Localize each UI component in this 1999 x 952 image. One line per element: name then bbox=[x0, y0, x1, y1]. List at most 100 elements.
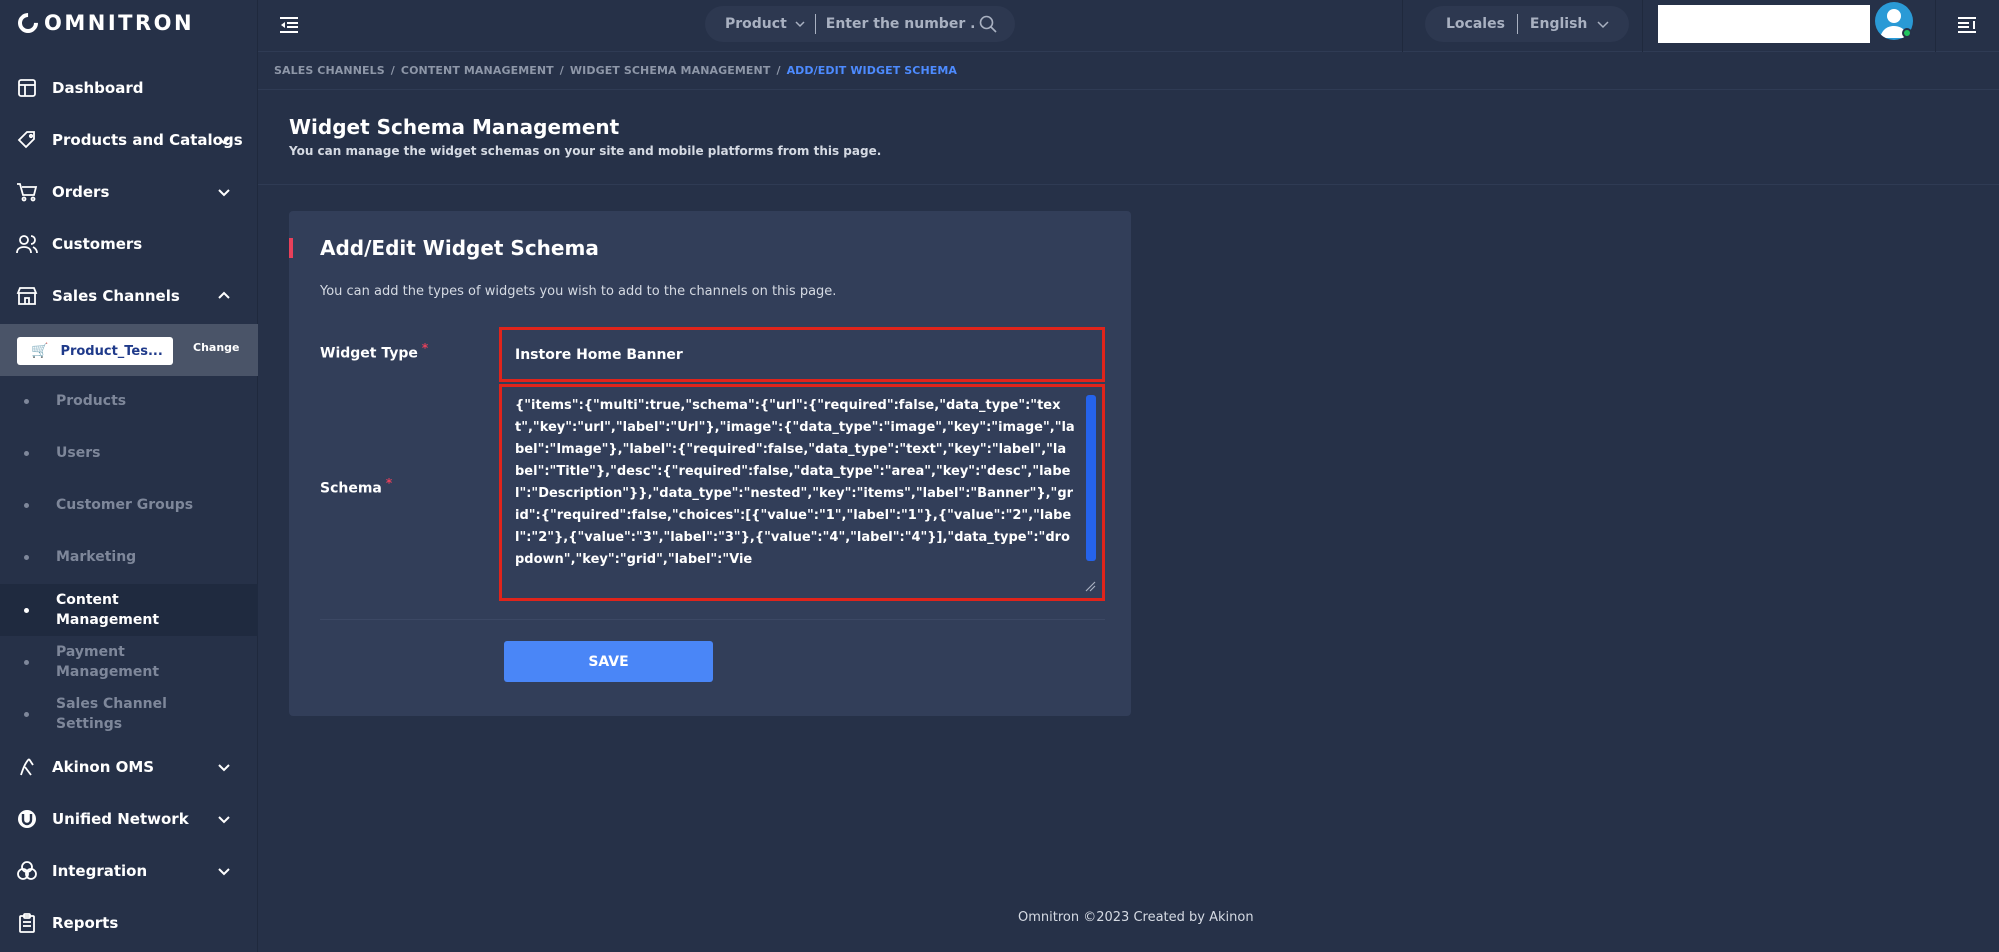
label-line-1: Content bbox=[56, 592, 119, 608]
locale-divider bbox=[1516, 14, 1518, 34]
chevron-down-icon bbox=[795, 21, 805, 28]
schema-scrollbar-thumb[interactable] bbox=[1086, 395, 1096, 561]
user-name-field[interactable] bbox=[1658, 5, 1870, 43]
reports-icon bbox=[16, 912, 38, 934]
global-search: Product bbox=[705, 6, 1015, 42]
sidebar-subitem-content-management[interactable]: Content Management bbox=[0, 584, 258, 636]
page-header: Widget Schema Management You can manage … bbox=[258, 90, 1999, 185]
form-divider bbox=[320, 619, 1105, 620]
schema-label: Schema * bbox=[320, 476, 392, 497]
search-icon[interactable] bbox=[979, 15, 997, 33]
breadcrumb-item[interactable]: SALES CHANNELS bbox=[274, 64, 385, 77]
menu-toggle-icon[interactable] bbox=[1956, 14, 1978, 36]
required-mark: * bbox=[421, 341, 429, 355]
chevron-down-icon bbox=[218, 189, 230, 197]
save-button[interactable]: SAVE bbox=[504, 641, 713, 682]
omnitron-logo[interactable]: OMNITRON bbox=[13, 8, 195, 38]
breadcrumb-item[interactable]: WIDGET SCHEMA MANAGEMENT bbox=[570, 64, 771, 77]
page-title: Widget Schema Management bbox=[289, 115, 620, 139]
form-title: Add/Edit Widget Schema bbox=[320, 236, 599, 260]
tag-icon bbox=[16, 129, 38, 151]
search-category-select[interactable]: Product bbox=[725, 16, 805, 32]
search-input[interactable] bbox=[825, 16, 976, 32]
locale-value: English bbox=[1529, 16, 1588, 32]
sidebar-subitem-label: Sales Channel Settings bbox=[56, 694, 167, 734]
form-description: You can add the types of widgets you wis… bbox=[320, 284, 837, 299]
sidebar-subitem-label: Content Management bbox=[56, 590, 159, 630]
schema-textarea[interactable]: {"items":{"multi":true,"schema":{"url":{… bbox=[499, 384, 1105, 601]
locale-selector[interactable]: Locales English bbox=[1425, 6, 1629, 42]
sidebar-item-sales-channels[interactable]: Sales Channels bbox=[0, 270, 258, 322]
chevron-down-icon bbox=[218, 868, 230, 876]
schema-scrollbar[interactable] bbox=[1086, 395, 1096, 580]
sidebar-item-akinon-oms[interactable]: Akinon OMS bbox=[0, 741, 258, 793]
sidebar-item-unified-network[interactable]: Unified Network bbox=[0, 793, 258, 845]
unified-network-icon bbox=[16, 808, 38, 830]
widget-type-label-text: Widget Type bbox=[320, 345, 418, 362]
chevron-up-icon bbox=[218, 291, 230, 299]
sidebar: OMNITRON Dashboard Products and Catalogs… bbox=[0, 0, 258, 952]
brand-name: OMNITRON bbox=[44, 11, 195, 35]
channel-selector[interactable]: 🛒 Product_Tes... bbox=[17, 337, 173, 365]
label-line-2: Management bbox=[56, 612, 160, 628]
label-line-1: Payment bbox=[56, 644, 125, 660]
store-icon bbox=[16, 285, 38, 307]
label-line-1: Sales Channel bbox=[56, 696, 167, 712]
topbar-divider bbox=[1935, 0, 1936, 52]
bullet-icon bbox=[24, 711, 29, 717]
sidebar-subitem-users[interactable]: Users bbox=[0, 432, 258, 474]
breadcrumb-separator: / bbox=[776, 64, 781, 77]
resize-handle-icon[interactable] bbox=[1084, 580, 1096, 592]
sidebar-item-label: Products and Catalogs bbox=[52, 131, 243, 149]
bullet-icon bbox=[24, 450, 29, 456]
sidebar-subitem-products[interactable]: Products bbox=[0, 380, 258, 422]
sidebar-item-orders[interactable]: Orders bbox=[0, 166, 258, 218]
chevron-down-icon bbox=[218, 764, 230, 772]
sidebar-item-dashboard[interactable]: Dashboard bbox=[0, 62, 258, 114]
widget-type-field[interactable]: Instore Home Banner bbox=[499, 327, 1105, 382]
change-channel-button[interactable]: Change bbox=[193, 341, 240, 354]
selected-channel: 🛒 Product_Tes... Change bbox=[0, 324, 258, 376]
bullet-icon bbox=[24, 607, 29, 613]
sidebar-item-customers[interactable]: Customers bbox=[0, 218, 258, 270]
collapse-sidebar-icon[interactable] bbox=[278, 14, 300, 36]
sidebar-subitem-label: Customer Groups bbox=[56, 497, 194, 513]
online-status-indicator bbox=[1902, 28, 1912, 38]
sidebar-subitem-label: Products bbox=[56, 393, 127, 409]
sidebar-item-products-and-catalogs[interactable]: Products and Catalogs bbox=[0, 114, 258, 166]
breadcrumb-item[interactable]: CONTENT MANAGEMENT bbox=[401, 64, 554, 77]
sidebar-item-reports[interactable]: Reports bbox=[0, 897, 258, 949]
sidebar-item-integration[interactable]: Integration bbox=[0, 845, 258, 897]
integration-icon bbox=[16, 860, 38, 882]
label-line-2: Management bbox=[56, 664, 160, 680]
bullet-icon bbox=[24, 554, 29, 560]
card-title-accent bbox=[289, 238, 293, 258]
locale-label: Locales bbox=[1446, 16, 1505, 32]
sidebar-subitem-sales-channel-settings[interactable]: Sales Channel Settings bbox=[0, 688, 258, 740]
topbar-divider bbox=[1642, 0, 1643, 52]
sidebar-item-label: Customers bbox=[52, 235, 143, 253]
bullet-icon bbox=[24, 398, 29, 404]
breadcrumb: SALES CHANNELS / CONTENT MANAGEMENT / WI… bbox=[258, 52, 1999, 90]
omnitron-logo-icon bbox=[13, 8, 43, 38]
oms-icon bbox=[16, 756, 38, 778]
search-category-value: Product bbox=[725, 16, 787, 32]
chevron-down-icon bbox=[218, 816, 230, 824]
topbar: Product Locales English bbox=[258, 0, 1999, 52]
sidebar-subitem-customer-groups[interactable]: Customer Groups bbox=[0, 484, 258, 526]
sidebar-subitem-marketing[interactable]: Marketing bbox=[0, 536, 258, 578]
sidebar-subitem-label: Payment Management bbox=[56, 642, 159, 682]
widget-type-value: Instore Home Banner bbox=[515, 346, 683, 363]
sidebar-subitem-payment-management[interactable]: Payment Management bbox=[0, 636, 258, 688]
dashboard-icon bbox=[16, 77, 38, 99]
widget-type-label: Widget Type * bbox=[320, 341, 428, 362]
schema-value[interactable]: {"items":{"multi":true,"schema":{"url":{… bbox=[515, 395, 1075, 595]
sidebar-subitem-label: Users bbox=[56, 445, 101, 461]
channel-name: Product_Tes... bbox=[60, 343, 163, 359]
chevron-down-icon bbox=[1597, 21, 1609, 29]
search-divider bbox=[814, 14, 816, 34]
sidebar-item-label: Reports bbox=[52, 914, 119, 932]
schema-label-text: Schema bbox=[320, 480, 382, 497]
footer-text: Omnitron ©2023 Created by Akinon bbox=[1018, 910, 1254, 925]
page-subtitle: You can manage the widget schemas on you… bbox=[289, 144, 882, 158]
